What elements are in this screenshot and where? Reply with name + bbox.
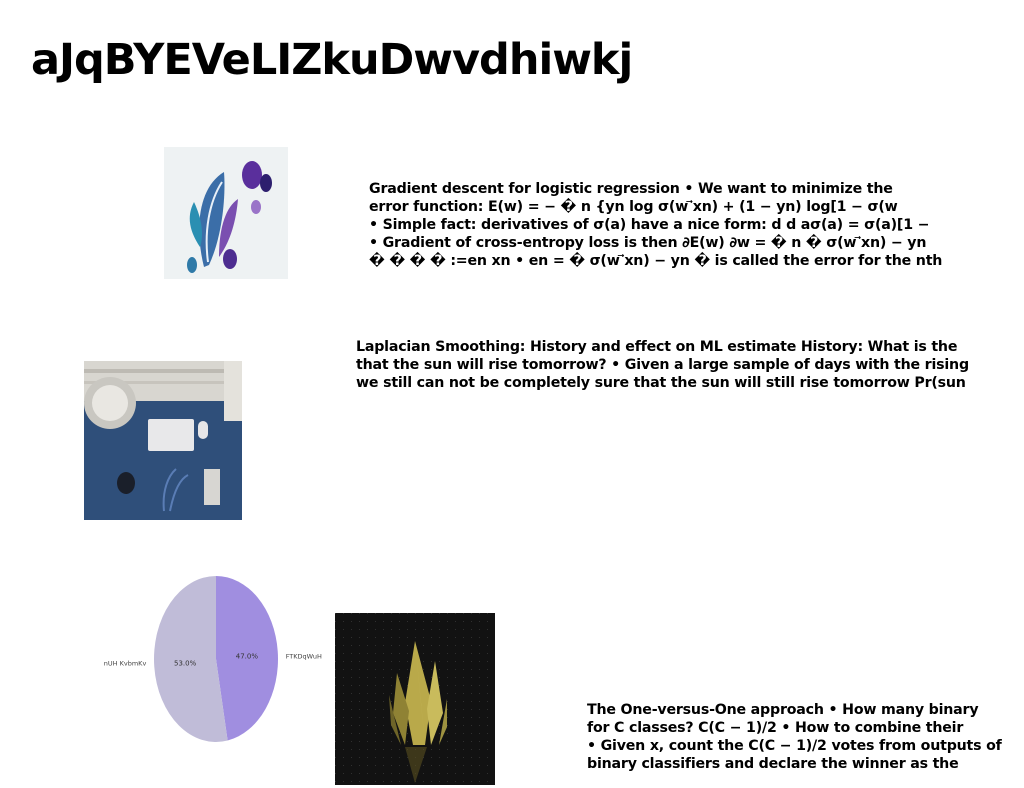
text-line: The One-versus-One approach • How many b… bbox=[587, 702, 979, 718]
text-line: � � � � :=en xn • en = � σ(w ⃗xn) − yn �… bbox=[369, 253, 943, 269]
pie-chart: 47.0% FTKDqWuH 53.0% nUH KvbmKv bbox=[104, 576, 322, 742]
text-block-laplacian-smoothing: Laplacian Smoothing: History and effect … bbox=[356, 338, 996, 392]
pie-slice-category-label: FTKDqWuH bbox=[286, 652, 322, 660]
text-line: error function: E(w) = − � n {yn log σ(w… bbox=[369, 199, 898, 215]
text-line: binary classifiers and declare the winne… bbox=[587, 756, 959, 772]
pie-slice-value-label: 47.0% bbox=[236, 652, 259, 660]
text-line: • Gradient of cross-entropy loss is then… bbox=[369, 235, 927, 251]
text-line: Gradient descent for logistic regression… bbox=[369, 181, 893, 197]
crystal-photo-image bbox=[335, 613, 495, 785]
pie-slice-category-label: nUH KvbmKv bbox=[104, 660, 147, 668]
text-block-one-versus-one: The One-versus-One approach • How many b… bbox=[587, 701, 1017, 773]
text-line: • Simple fact: derivatives of σ(a) have … bbox=[369, 217, 930, 233]
text-line: • Given x, count the C(C − 1)/2 votes fr… bbox=[587, 738, 1002, 754]
page-title: aJqBYEVeLIZkuDwvdhiwkj bbox=[31, 35, 633, 85]
text-line: Laplacian Smoothing: History and effect … bbox=[356, 339, 958, 355]
text-line: for C classes? C(C − 1)/2 • How to combi… bbox=[587, 720, 964, 736]
pie-slice-value-label: 53.0% bbox=[174, 660, 197, 668]
text-block-logistic-regression: Gradient descent for logistic regression… bbox=[369, 180, 969, 270]
text-line: we still can not be completely sure that… bbox=[356, 375, 966, 391]
desk-photo-image bbox=[84, 361, 242, 520]
text-line: that the sun will rise tomorrow? • Given… bbox=[356, 357, 969, 373]
leaf-art-image bbox=[164, 147, 288, 279]
